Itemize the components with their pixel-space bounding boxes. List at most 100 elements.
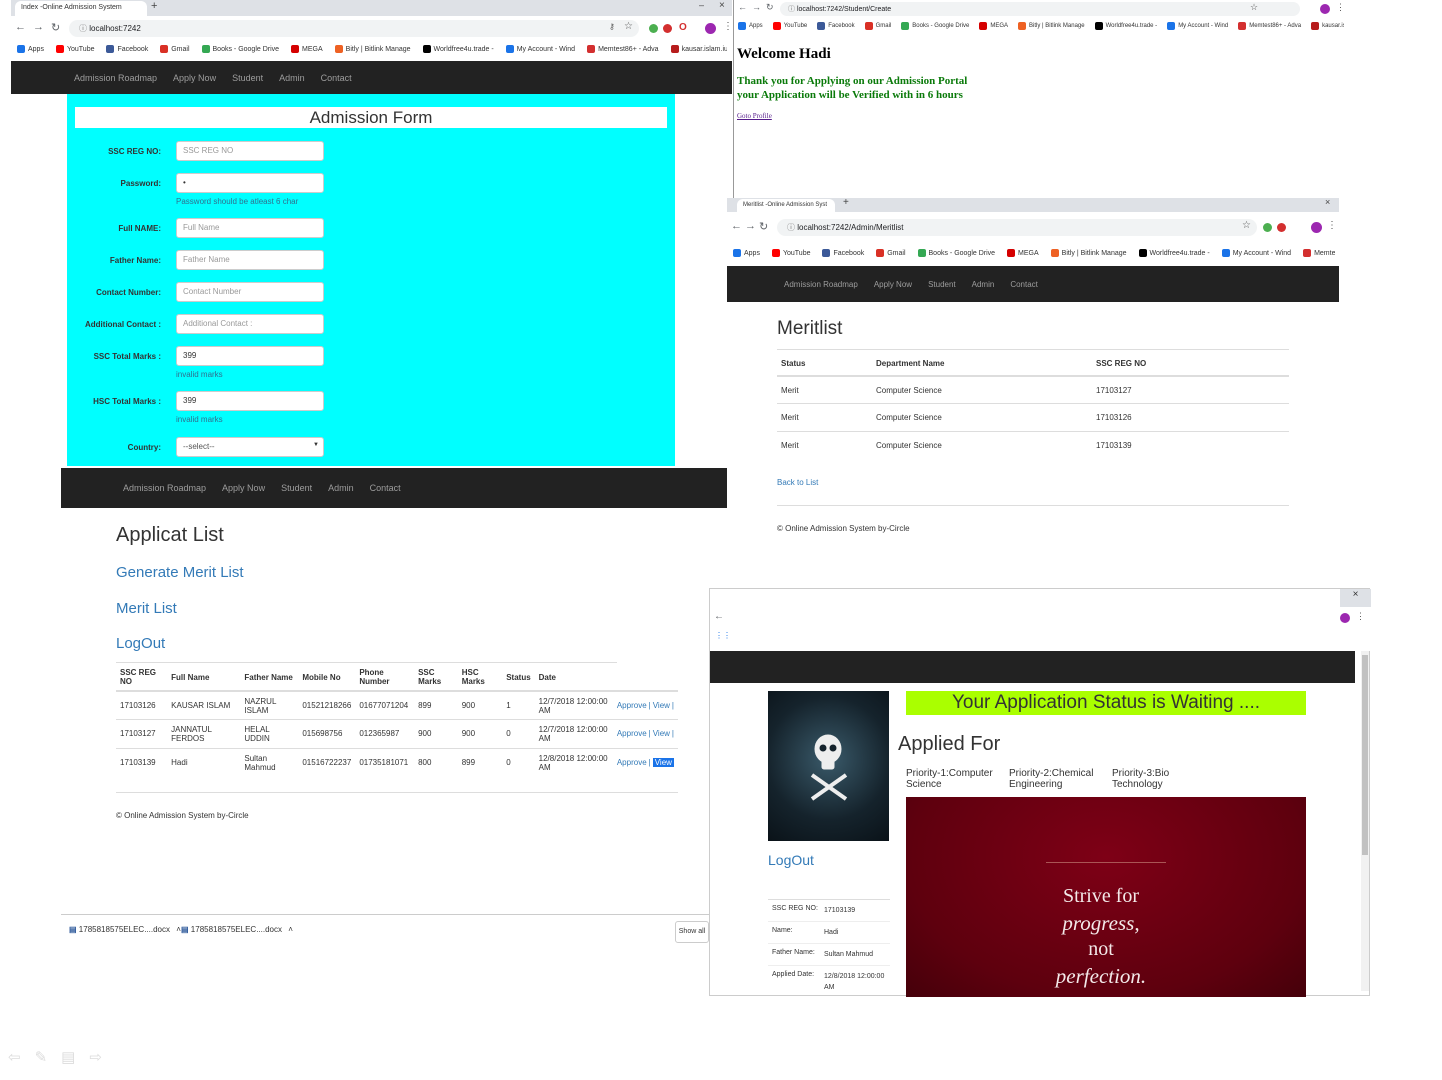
form-input[interactable]: SSC REG NO [176,141,324,161]
download-item[interactable]: ▤ 1785818575ELEC....docx ˄ [181,925,293,934]
pen-icon[interactable]: ✎ [35,1048,48,1066]
approve-link[interactable]: Approve [617,758,647,767]
star-icon[interactable]: ☆ [1250,2,1258,13]
bookmark-item[interactable]: Books - Google Drive [901,22,969,30]
bookmark-item[interactable]: kausar.islam.iubat@ [1311,22,1344,30]
star-icon[interactable]: ☆ [1242,220,1251,231]
back-icon[interactable]: ← [731,220,742,232]
apps-icon[interactable]: ⋮⋮ [715,631,731,640]
nav-link[interactable]: Admission Roadmap [123,483,206,493]
generate-merit-list-link[interactable]: Generate Merit List [116,564,244,581]
reload-icon[interactable]: ↻ [766,2,774,13]
approve-link[interactable]: Approve [617,729,647,738]
forward-icon[interactable]: → [33,21,44,33]
goto-profile-link[interactable]: Goto Profile [737,112,772,120]
nav-link[interactable]: Admission Roadmap [784,280,858,289]
address-bar[interactable]: ⓘ localhost:7242/Admin/Meritlist [777,219,1257,236]
form-input[interactable]: Full Name [176,218,324,238]
back-icon[interactable]: ← [15,21,26,33]
merit-list-link[interactable]: Merit List [116,600,177,617]
nav-link[interactable]: Student [281,483,312,493]
close-window-icon[interactable]: × [1340,589,1371,607]
bookmark-item[interactable]: Books - Google Drive [201,45,279,53]
view-link[interactable]: View [653,701,670,710]
show-all-button[interactable]: Show all [675,921,709,943]
forward-icon[interactable]: → [752,2,761,12]
logout-link[interactable]: LogOut [768,852,814,868]
nav-link[interactable]: Contact [370,483,401,493]
avatar[interactable] [1311,222,1322,233]
bookmark-item[interactable]: My Account - Wind [1221,249,1291,257]
back-icon[interactable]: ← [714,611,724,622]
next-slide-icon[interactable]: ⇨ [89,1048,102,1066]
logout-link[interactable]: LogOut [116,635,165,652]
form-input[interactable]: 399 [176,391,324,411]
bookmark-item[interactable]: Memtest86+ - Adva [1303,249,1335,257]
bookmark-item[interactable]: Gmail [160,45,190,53]
menu-icon[interactable]: ⋮ [1336,2,1345,13]
form-input[interactable]: Contact Number [176,282,324,302]
menu-icon[interactable]: ⋮ [723,21,733,32]
bookmark-item[interactable]: Apps [733,249,760,257]
download-item[interactable]: ▤ 1785818575ELEC....docx ˄ [69,925,181,934]
nav-link[interactable]: Student [232,73,263,83]
approve-link[interactable]: Approve [617,701,647,710]
bookmark-item[interactable]: Books - Google Drive [917,249,995,257]
opera-icon[interactable]: O [679,22,687,33]
nav-link[interactable]: Admission Roadmap [74,73,157,83]
form-input[interactable]: Father Name [176,250,324,270]
address-bar[interactable]: ⓘ localhost:7242 [69,20,639,37]
extension-icon[interactable] [1277,223,1286,232]
bookmark-item[interactable]: Bitly | Bitlink Manage [1018,22,1085,30]
nav-link[interactable]: Apply Now [874,280,912,289]
close-window-icon[interactable]: × [719,0,725,11]
view-link[interactable]: View [653,729,670,738]
menu-icon[interactable]: ⋮ [1356,611,1365,622]
avatar[interactable] [705,23,716,34]
nav-link[interactable]: Admin [279,73,305,83]
slide-menu-icon[interactable]: ▤ [61,1048,75,1066]
nav-link[interactable]: Apply Now [222,483,265,493]
bookmark-item[interactable]: YouTube [55,45,94,53]
new-tab-icon[interactable]: + [843,197,849,208]
nav-link[interactable]: Apply Now [173,73,216,83]
bookmark-item[interactable]: Facebook [822,249,864,257]
bookmark-item[interactable]: Worldfree4u.trade - [1094,22,1157,30]
bookmark-item[interactable]: Apps [738,22,763,30]
extension-icon[interactable] [649,24,658,33]
bookmark-item[interactable]: Worldfree4u.trade - [1138,249,1210,257]
back-icon[interactable]: ← [738,2,747,12]
new-tab-icon[interactable]: + [151,0,157,12]
avatar[interactable] [1320,4,1330,14]
avatar[interactable] [1340,613,1350,623]
bookmark-item[interactable]: YouTube [771,249,810,257]
view-link[interactable]: View [652,758,674,767]
bookmark-item[interactable]: Apps [17,45,44,53]
reload-icon[interactable]: ↻ [759,220,768,233]
bookmark-item[interactable]: Bitly | Bitlink Manage [1050,249,1127,257]
previous-slide-icon[interactable]: ⇦ [8,1048,21,1066]
star-icon[interactable]: ☆ [624,21,633,32]
reload-icon[interactable]: ↻ [51,21,60,34]
extension-icon[interactable] [1263,223,1272,232]
address-bar[interactable]: ⓘ localhost:7242/Student/Create [780,2,1300,16]
bookmark-item[interactable]: Gmail [864,22,891,30]
bookmark-item[interactable]: MEGA [1007,249,1039,257]
bookmark-item[interactable]: MEGA [291,45,323,53]
chevron-up-icon[interactable]: ˄ [288,925,293,934]
bookmark-item[interactable]: Facebook [106,45,148,53]
bookmark-item[interactable]: Memtest86+ - Adva [587,45,659,53]
scrollbar-thumb[interactable] [1362,655,1368,855]
nav-link[interactable]: Admin [328,483,354,493]
form-input[interactable]: Additional Contact : [176,314,324,334]
bookmark-item[interactable]: kausar.islam.iubat@ [670,45,727,53]
scrollbar[interactable] [1361,651,1369,991]
bookmark-item[interactable]: YouTube [772,22,807,30]
bookmark-item[interactable]: Bitly | Bitlink Manage [334,45,411,53]
bookmark-item[interactable]: My Account - Wind [505,45,575,53]
bookmark-item[interactable]: Worldfree4u.trade - [422,45,494,53]
extension-icon[interactable] [663,24,672,33]
nav-link[interactable]: Student [928,280,956,289]
bookmark-item[interactable]: Memtest86+ - Adva [1238,22,1301,30]
bookmark-item[interactable]: Gmail [876,249,906,257]
